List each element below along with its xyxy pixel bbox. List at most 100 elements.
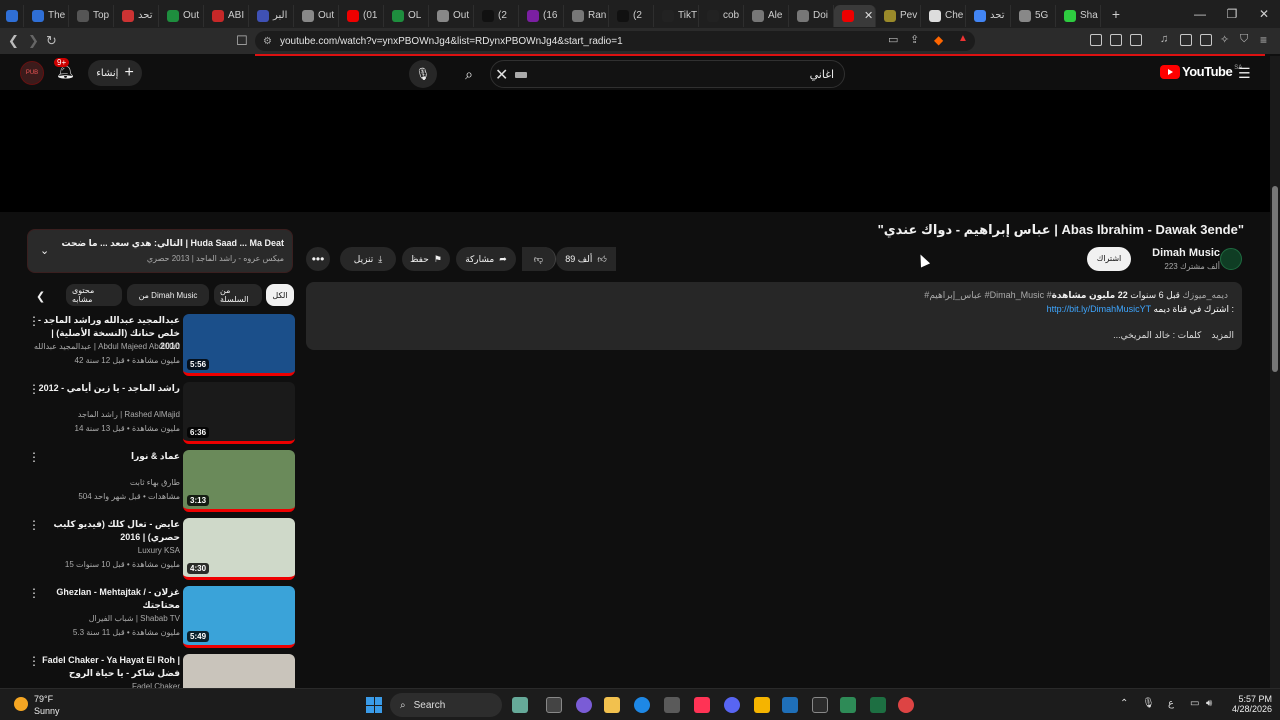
network-icon[interactable]: ▭ [1190, 698, 1199, 709]
recommendation-item[interactable]: 5:49 Ghezlan - Mehtajtak / غزلان - محتاجت… [22, 586, 296, 652]
extension-icon[interactable] [1090, 34, 1102, 46]
search-button[interactable]: ⌕ [452, 60, 486, 88]
site-info-icon[interactable]: ⚙ [263, 36, 272, 47]
browser-tab[interactable]: Sha [1056, 4, 1101, 27]
browser-tab[interactable]: Top [69, 4, 114, 27]
description-box[interactable]: #عباس_إبراهيم #Dimah_Music #ديمه_ميوزك ق… [306, 282, 1242, 350]
recommendation-title[interactable]: Ghezlan - Mehtajtak / غزلان - محتاجتك [30, 586, 180, 612]
browser-tab[interactable]: Ran [564, 4, 609, 27]
share-button[interactable]: مشاركة ➦ [456, 247, 516, 271]
weather-temperature[interactable]: 79°F [34, 694, 53, 704]
cast-icon[interactable]: ▭ [888, 33, 898, 46]
tray-mic-icon[interactable]: 🎙︎ [1142, 698, 1155, 709]
recommendation-item[interactable]: 3:13 عماد & نورا طارق بهاء ثابت 504 مشاهدات… [22, 450, 296, 516]
screenshot-icon[interactable] [1130, 34, 1142, 46]
more-vert-icon[interactable]: ⋮ [28, 586, 40, 600]
download-button[interactable]: تنزيل ⤓ [340, 247, 396, 271]
recommendation-item[interactable]: 4:30 عايض - تعال كلك (فيديو كليب حصري) | … [22, 518, 296, 584]
chevron-down-icon[interactable]: ⌄ [40, 244, 49, 257]
browser-tab[interactable]: Che [921, 4, 966, 27]
browser-menu-icon[interactable] [0, 4, 24, 27]
brave-rewards-icon[interactable]: ▲ [958, 33, 968, 44]
browser-tab[interactable]: Ale [744, 4, 789, 27]
recommendation-title[interactable]: عماد & نورا [30, 450, 180, 463]
more-vert-icon[interactable]: ⋮ [28, 518, 40, 532]
browser-tab[interactable]: cob [699, 4, 744, 27]
channel-name[interactable]: Dimah Music [1152, 247, 1220, 259]
minimize-icon[interactable]: — [1184, 7, 1216, 21]
hamburger-menu-icon[interactable]: ☰ [1238, 65, 1251, 82]
recommendation-title[interactable]: عايض - تعال كلك (فيديو كليب حصري) | 2016 [30, 518, 180, 544]
browser-tab[interactable]: Out [294, 4, 339, 27]
brave-shield-icon[interactable]: ◆ [934, 33, 943, 47]
browser-tab[interactable]: ABI [204, 4, 249, 27]
url-bar[interactable]: ⚙ youtube.com/watch?v=ynxPBOWnJg4&list=R… [255, 31, 975, 51]
browser-tab[interactable]: البر [249, 4, 294, 27]
forward-icon[interactable]: ❯ [28, 33, 39, 49]
scrollbar-thumb[interactable] [1272, 186, 1278, 372]
browser-tab[interactable]: Doi [789, 4, 834, 27]
close-window-icon[interactable]: ✕ [1248, 7, 1280, 21]
puzzle-icon[interactable] [1110, 34, 1122, 46]
leo-ai-icon[interactable]: ✧ [1220, 33, 1229, 46]
video-thumbnail[interactable]: 5:49 [183, 586, 295, 648]
browser-tab[interactable]: Pev [876, 4, 921, 27]
app-icon[interactable] [754, 697, 770, 713]
new-tab-button[interactable]: + [1101, 6, 1131, 22]
account-avatar[interactable]: PUB [20, 61, 44, 85]
search-input[interactable]: ✕ اغاني [490, 60, 845, 88]
more-vert-icon[interactable]: ⋮ [28, 450, 40, 464]
browser-tab[interactable]: Out [429, 4, 474, 27]
file-explorer-icon[interactable] [604, 697, 620, 713]
more-vert-icon[interactable]: ⋮ [28, 654, 40, 668]
browser-tab[interactable]: (16 [519, 4, 564, 27]
share-page-icon[interactable]: ⇪ [910, 33, 919, 46]
widgets-icon[interactable] [512, 697, 528, 713]
chip-all[interactable]: الكل [266, 284, 294, 306]
store-icon[interactable] [664, 697, 680, 713]
word-icon[interactable] [782, 697, 798, 713]
video-thumbnail[interactable]: 6:36 [183, 382, 295, 444]
subscribe-button[interactable]: اشتراك [1087, 247, 1131, 271]
browser-tab[interactable]: ✕ [834, 4, 876, 27]
recommendation-title[interactable]: راشد الماجد - يا زين أيامي - 2012 [30, 382, 180, 395]
chip-from-series[interactable]: من السلسلة [214, 284, 262, 306]
browser-tab[interactable]: (2 [609, 4, 654, 27]
calculator-icon[interactable] [840, 697, 856, 713]
description-link[interactable]: http://bit.ly/DimahMusicYT [1047, 304, 1151, 314]
recommendation-channel[interactable]: Luxury KSA [138, 546, 180, 555]
browser-menu-dots-icon[interactable]: ≡ [1260, 33, 1267, 47]
language-indicator[interactable]: ع [1168, 698, 1174, 709]
browser-tab[interactable]: OL [384, 4, 429, 27]
clear-search-icon[interactable]: ✕ [495, 65, 508, 85]
recommendation-channel[interactable]: راشد الماجد | Rashed AlMajid [78, 410, 180, 419]
maximize-icon[interactable]: ❐ [1216, 7, 1248, 21]
dislike-button[interactable]: 👎︎ [522, 247, 556, 271]
windows-start-icon[interactable] [366, 697, 382, 713]
video-player[interactable] [0, 90, 1270, 212]
more-vert-icon[interactable]: ⋮ [28, 382, 40, 396]
app-window-icon[interactable] [812, 697, 828, 713]
browser-tab[interactable]: (2 [474, 4, 519, 27]
recommendation-item[interactable]: 6:36 راشد الماجد - يا زين أيامي - 2012 راش… [22, 382, 296, 448]
reload-icon[interactable]: ↻ [46, 33, 57, 49]
browser-tab[interactable]: The [24, 4, 69, 27]
weather-sun-icon[interactable] [14, 697, 28, 711]
chip-related[interactable]: محتوى مشابه [66, 284, 122, 306]
recommendation-item[interactable]: 5:56 عبدالمجيد عبدالله وراشد الماجد - خلص… [22, 314, 296, 380]
more-vert-icon[interactable]: ⋮ [28, 314, 40, 328]
recommendation-channel[interactable]: عبدالمجيد عبدالله | Abdul Majeed Abdulla… [34, 342, 180, 351]
video-thumbnail[interactable]: 4:30 [183, 518, 295, 580]
browser-tab[interactable]: تحد [966, 4, 1011, 27]
taskbar-clock[interactable]: 5:57 PM 4/28/2026 [1222, 694, 1272, 714]
chip-from-channel[interactable]: من Dimah Music [127, 284, 209, 306]
recommendation-channel[interactable]: شباب الفيرال | Shabab TV [89, 614, 180, 623]
copilot-icon[interactable] [576, 697, 592, 713]
keyboard-icon[interactable] [515, 72, 527, 78]
video-thumbnail[interactable]: 5:56 [183, 314, 295, 376]
volume-icon[interactable]: 🔊︎ [1206, 698, 1212, 709]
browser-tab[interactable]: TikT [654, 4, 699, 27]
recommendation-channel[interactable]: طارق بهاء ثابت [130, 478, 180, 487]
close-tab-icon[interactable]: ✕ [864, 9, 873, 22]
tray-chevron-icon[interactable]: ⌃ [1120, 698, 1128, 709]
